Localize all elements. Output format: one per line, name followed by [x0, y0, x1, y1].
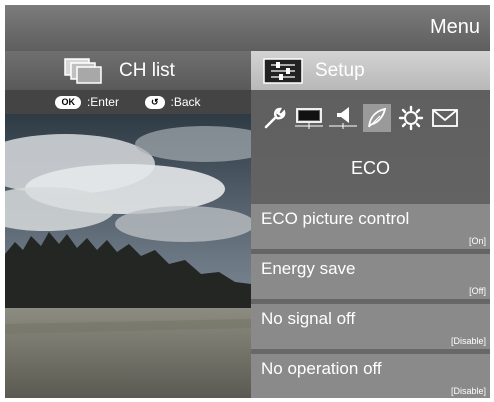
tv-menu-screen: Menu CH list Setup OK :Enter ↺ :Back ECO… — [5, 5, 490, 398]
setting-eco-picture-control[interactable]: ECO picture control [On] — [251, 204, 490, 249]
menu-title: Menu — [429, 16, 480, 38]
tab-ch-list[interactable]: CH list — [5, 51, 251, 90]
gear-icon[interactable] — [397, 104, 425, 132]
setting-value: [Disable] — [450, 386, 486, 396]
back-hint: :Back — [170, 95, 201, 109]
setting-label: No operation off — [261, 359, 382, 378]
preview-image — [5, 114, 251, 398]
speaker-icon[interactable] — [329, 104, 357, 132]
setting-no-operation-off[interactable]: No operation off [Disable] — [251, 354, 490, 398]
ok-key-icon: OK — [55, 95, 81, 109]
display-icon[interactable] — [295, 104, 323, 132]
setup-category-bar — [261, 104, 459, 132]
setting-value: [Disable] — [450, 336, 486, 346]
envelope-icon[interactable] — [431, 104, 459, 132]
tab-setup-label: Setup — [315, 59, 365, 81]
setting-label: Energy save — [261, 259, 356, 278]
tab-ch-list-label: CH list — [119, 59, 175, 81]
wrench-icon[interactable] — [261, 104, 289, 132]
setting-value: [Off] — [469, 286, 486, 296]
setting-label: ECO picture control — [261, 209, 410, 228]
setup-icon — [263, 57, 303, 84]
ch-list-panel: OK :Enter ↺ :Back — [5, 90, 251, 398]
setup-panel: ECO ECO picture control [On] Energy save… — [251, 90, 490, 398]
settings-list: ECO picture control [On] Energy save [Of… — [251, 204, 490, 398]
key-hints: OK :Enter ↺ :Back — [5, 90, 251, 114]
channel-list-icon — [64, 57, 102, 84]
setting-label: No signal off — [261, 309, 356, 328]
setting-energy-save[interactable]: Energy save [Off] — [251, 254, 490, 299]
back-key-icon: ↺ — [144, 95, 165, 109]
tab-setup[interactable]: Setup — [251, 51, 490, 90]
leaf-icon[interactable] — [363, 104, 391, 132]
menu-header: Menu — [5, 5, 490, 51]
setting-value: [On] — [468, 236, 486, 246]
category-title: ECO — [350, 158, 390, 178]
setting-no-signal-off[interactable]: No signal off [Disable] — [251, 304, 490, 349]
enter-hint: :Enter — [86, 95, 119, 109]
